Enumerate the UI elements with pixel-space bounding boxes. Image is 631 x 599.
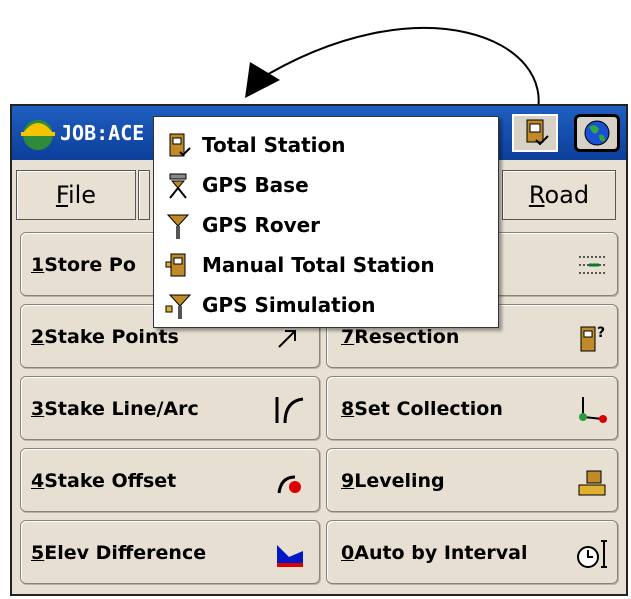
set-collection-button[interactable]: 8Set Collection bbox=[326, 376, 618, 440]
instrument-button[interactable] bbox=[512, 114, 558, 152]
leveling-button[interactable]: 9Leveling bbox=[326, 448, 618, 512]
gps-simulation-icon bbox=[165, 294, 192, 319]
menu-item-gps-base[interactable]: GPS Base bbox=[154, 165, 498, 205]
gps-base-icon bbox=[169, 173, 187, 199]
total-station-icon bbox=[526, 119, 549, 146]
cogo-menu[interactable] bbox=[138, 170, 150, 220]
grid-icon bbox=[579, 256, 605, 274]
globe-button[interactable] bbox=[574, 114, 620, 152]
total-station-icon bbox=[169, 133, 191, 157]
menu-item-gps-rover[interactable]: GPS Rover bbox=[154, 205, 498, 245]
stake-line-arc-button[interactable]: 3Stake Line/Arc bbox=[20, 376, 320, 440]
helmet-logo-icon bbox=[21, 120, 55, 150]
stake-line-arc-icon bbox=[275, 397, 304, 424]
auto-interval-icon bbox=[577, 540, 607, 568]
auto-interval-button[interactable]: 0Auto by Interval bbox=[326, 520, 618, 584]
file-menu[interactable]: File bbox=[16, 170, 136, 220]
menu-item-total-station[interactable]: Total Station bbox=[154, 125, 498, 165]
stake-offset-icon bbox=[277, 475, 301, 494]
elev-difference-button[interactable]: 5Elev Difference bbox=[20, 520, 320, 584]
elev-difference-icon bbox=[277, 545, 303, 567]
set-collection-icon bbox=[579, 397, 607, 423]
leveling-icon bbox=[578, 470, 606, 496]
menu-item-gps-simulation[interactable]: GPS Simulation bbox=[154, 285, 498, 325]
instrument-dropdown: Total Station GPS Base GPS Rover Manual … bbox=[153, 116, 499, 328]
svg-text:?: ? bbox=[597, 325, 605, 341]
globe-icon bbox=[584, 120, 610, 146]
road-menu[interactable]: Road bbox=[502, 170, 616, 220]
resection-icon: ? bbox=[580, 325, 605, 352]
gps-rover-icon bbox=[166, 214, 190, 239]
stake-offset-button[interactable]: 4Stake Offset bbox=[20, 448, 320, 512]
job-label: JOB:ACE bbox=[60, 121, 145, 145]
menu-item-manual-total-station[interactable]: Manual Total Station bbox=[154, 245, 498, 285]
manual-total-station-icon bbox=[165, 253, 186, 277]
annotation-arrow bbox=[245, 26, 540, 110]
